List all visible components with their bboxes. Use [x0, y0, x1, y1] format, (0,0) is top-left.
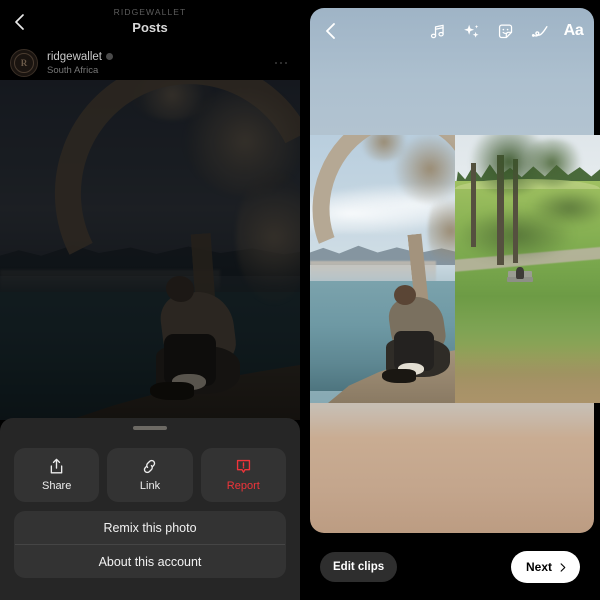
account-username[interactable]: ridgewallet: [47, 50, 102, 64]
park-bench: [507, 267, 533, 285]
share-upload-icon: [50, 458, 63, 474]
report-button[interactable]: Report: [200, 448, 286, 502]
avatar[interactable]: R: [10, 49, 38, 77]
report-label: Report: [226, 480, 260, 492]
left-header: RIDGEWALLET Posts: [0, 0, 300, 44]
back-button[interactable]: [9, 11, 31, 33]
link-chain-icon: [144, 459, 156, 474]
edit-clips-label: Edit clips: [333, 561, 385, 573]
action-sheet: Share Link Report Remix this photo About…: [0, 418, 300, 600]
media-clip-2[interactable]: [455, 135, 600, 403]
photo-dim-overlay: [0, 80, 300, 420]
remix-this-photo-option[interactable]: Remix this photo: [14, 511, 286, 544]
page-title: Posts: [132, 20, 168, 35]
squiggle-draw-icon: [531, 26, 548, 37]
share-label: Share: [41, 480, 72, 492]
about-this-account-option[interactable]: About this account: [14, 545, 286, 578]
sheet-options-list: Remix this photo About this account: [14, 511, 286, 578]
chevron-right-icon: [560, 562, 566, 572]
edit-clips-button[interactable]: Edit clips: [320, 552, 398, 582]
editor-bottom-bar: Edit clips Next: [300, 534, 600, 600]
header-titles: RIDGEWALLET Posts: [0, 7, 300, 36]
next-button[interactable]: Next: [510, 551, 580, 583]
account-row[interactable]: R ridgewallet South Africa: [0, 46, 300, 80]
screenshot-root: RIDGEWALLET Posts R ridgewallet South Af…: [0, 0, 600, 600]
story-media-collage[interactable]: [310, 135, 600, 403]
link-button[interactable]: Link: [107, 448, 193, 502]
draw-button[interactable]: [529, 21, 550, 42]
chevron-left-icon: [326, 23, 335, 39]
right-panel-story-editor: Aa Edit clips Next: [300, 0, 600, 600]
drag-handle[interactable]: [133, 426, 167, 430]
report-warning-icon: [236, 459, 250, 473]
back-button[interactable]: [320, 20, 342, 42]
music-button[interactable]: [427, 21, 448, 42]
account-location[interactable]: South Africa: [47, 65, 113, 77]
effects-button[interactable]: [461, 21, 482, 42]
music-note-icon: [430, 24, 444, 38]
action-buttons-row: Share Link Report: [14, 448, 286, 502]
sticker-button[interactable]: [495, 21, 516, 42]
text-aa-icon: Aa: [563, 22, 584, 39]
avatar-letter: R: [20, 58, 28, 68]
account-texts: ridgewallet South Africa: [47, 50, 113, 77]
sparkles-icon: [464, 24, 479, 38]
ellipsis-icon[interactable]: [274, 61, 291, 65]
verified-icon: [105, 53, 113, 60]
editor-toolbar: Aa: [310, 8, 594, 54]
editor-tools: Aa: [427, 21, 584, 42]
text-button[interactable]: Aa: [563, 21, 584, 42]
post-photo[interactable]: [0, 80, 300, 420]
header-kicker: RIDGEWALLET: [113, 7, 187, 17]
link-label: Link: [139, 480, 161, 492]
left-panel-post-view: RIDGEWALLET Posts R ridgewallet South Af…: [0, 0, 300, 600]
chevron-left-icon: [15, 14, 24, 30]
next-label: Next: [525, 560, 552, 574]
media-clip-1[interactable]: [310, 135, 455, 403]
share-button[interactable]: Share: [14, 448, 100, 502]
sticker-smiley-icon: [498, 23, 513, 38]
